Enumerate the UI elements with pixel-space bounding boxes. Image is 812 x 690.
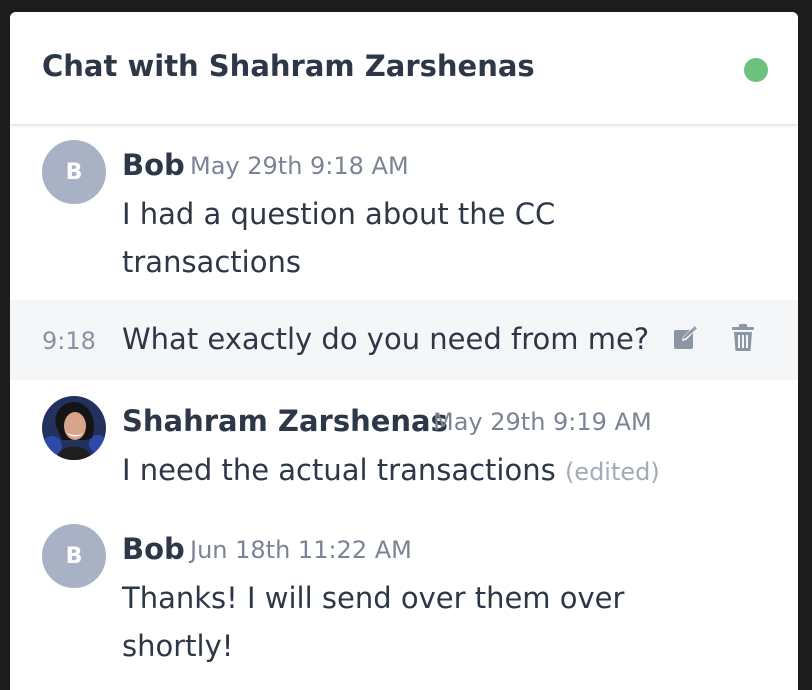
avatar[interactable]	[42, 396, 106, 460]
message-text-line: I had a question about the CC	[122, 197, 556, 231]
message-text-content: I need the actual transactions	[122, 453, 556, 487]
online-status-indicator	[744, 58, 768, 82]
edit-icon[interactable]	[670, 322, 700, 354]
edited-label: (edited)	[564, 458, 660, 486]
chat-panel: Chat with Shahram Zarshenas B Bob May 29…	[10, 12, 798, 690]
trash-icon[interactable]	[728, 322, 758, 354]
message-text: Thanks! I will send over them over short…	[122, 574, 624, 670]
message-short-time: 9:18	[42, 327, 96, 355]
message-row-hovered[interactable]: 9:18 What exactly do you need from me?	[10, 300, 798, 380]
message-text: What exactly do you need from me?	[122, 322, 650, 356]
avatar[interactable]: B	[42, 524, 106, 588]
message-author[interactable]: Bob	[122, 532, 185, 566]
message-timestamp: May 29th 9:19 AM	[433, 408, 652, 436]
message-timestamp: Jun 18th 11:22 AM	[190, 536, 412, 564]
message-author[interactable]: Shahram Zarshenas	[122, 404, 448, 438]
user-photo-icon	[42, 396, 106, 460]
message-text: I need the actual transactions (edited)	[122, 446, 660, 496]
message-timestamp: May 29th 9:18 AM	[190, 152, 409, 180]
message-text: I had a question about the CC transactio…	[122, 190, 555, 286]
avatar-initial: B	[65, 159, 83, 185]
message-text-line: shortly!	[122, 629, 234, 663]
message-author[interactable]: Bob	[122, 148, 185, 182]
chat-header: Chat with Shahram Zarshenas	[10, 12, 798, 125]
chat-title: Chat with Shahram Zarshenas	[42, 49, 535, 83]
message-text-line: transactions	[122, 245, 301, 279]
message-text-line: Thanks! I will send over them over	[122, 581, 625, 615]
avatar[interactable]: B	[42, 140, 106, 204]
avatar-initial: B	[65, 543, 83, 569]
